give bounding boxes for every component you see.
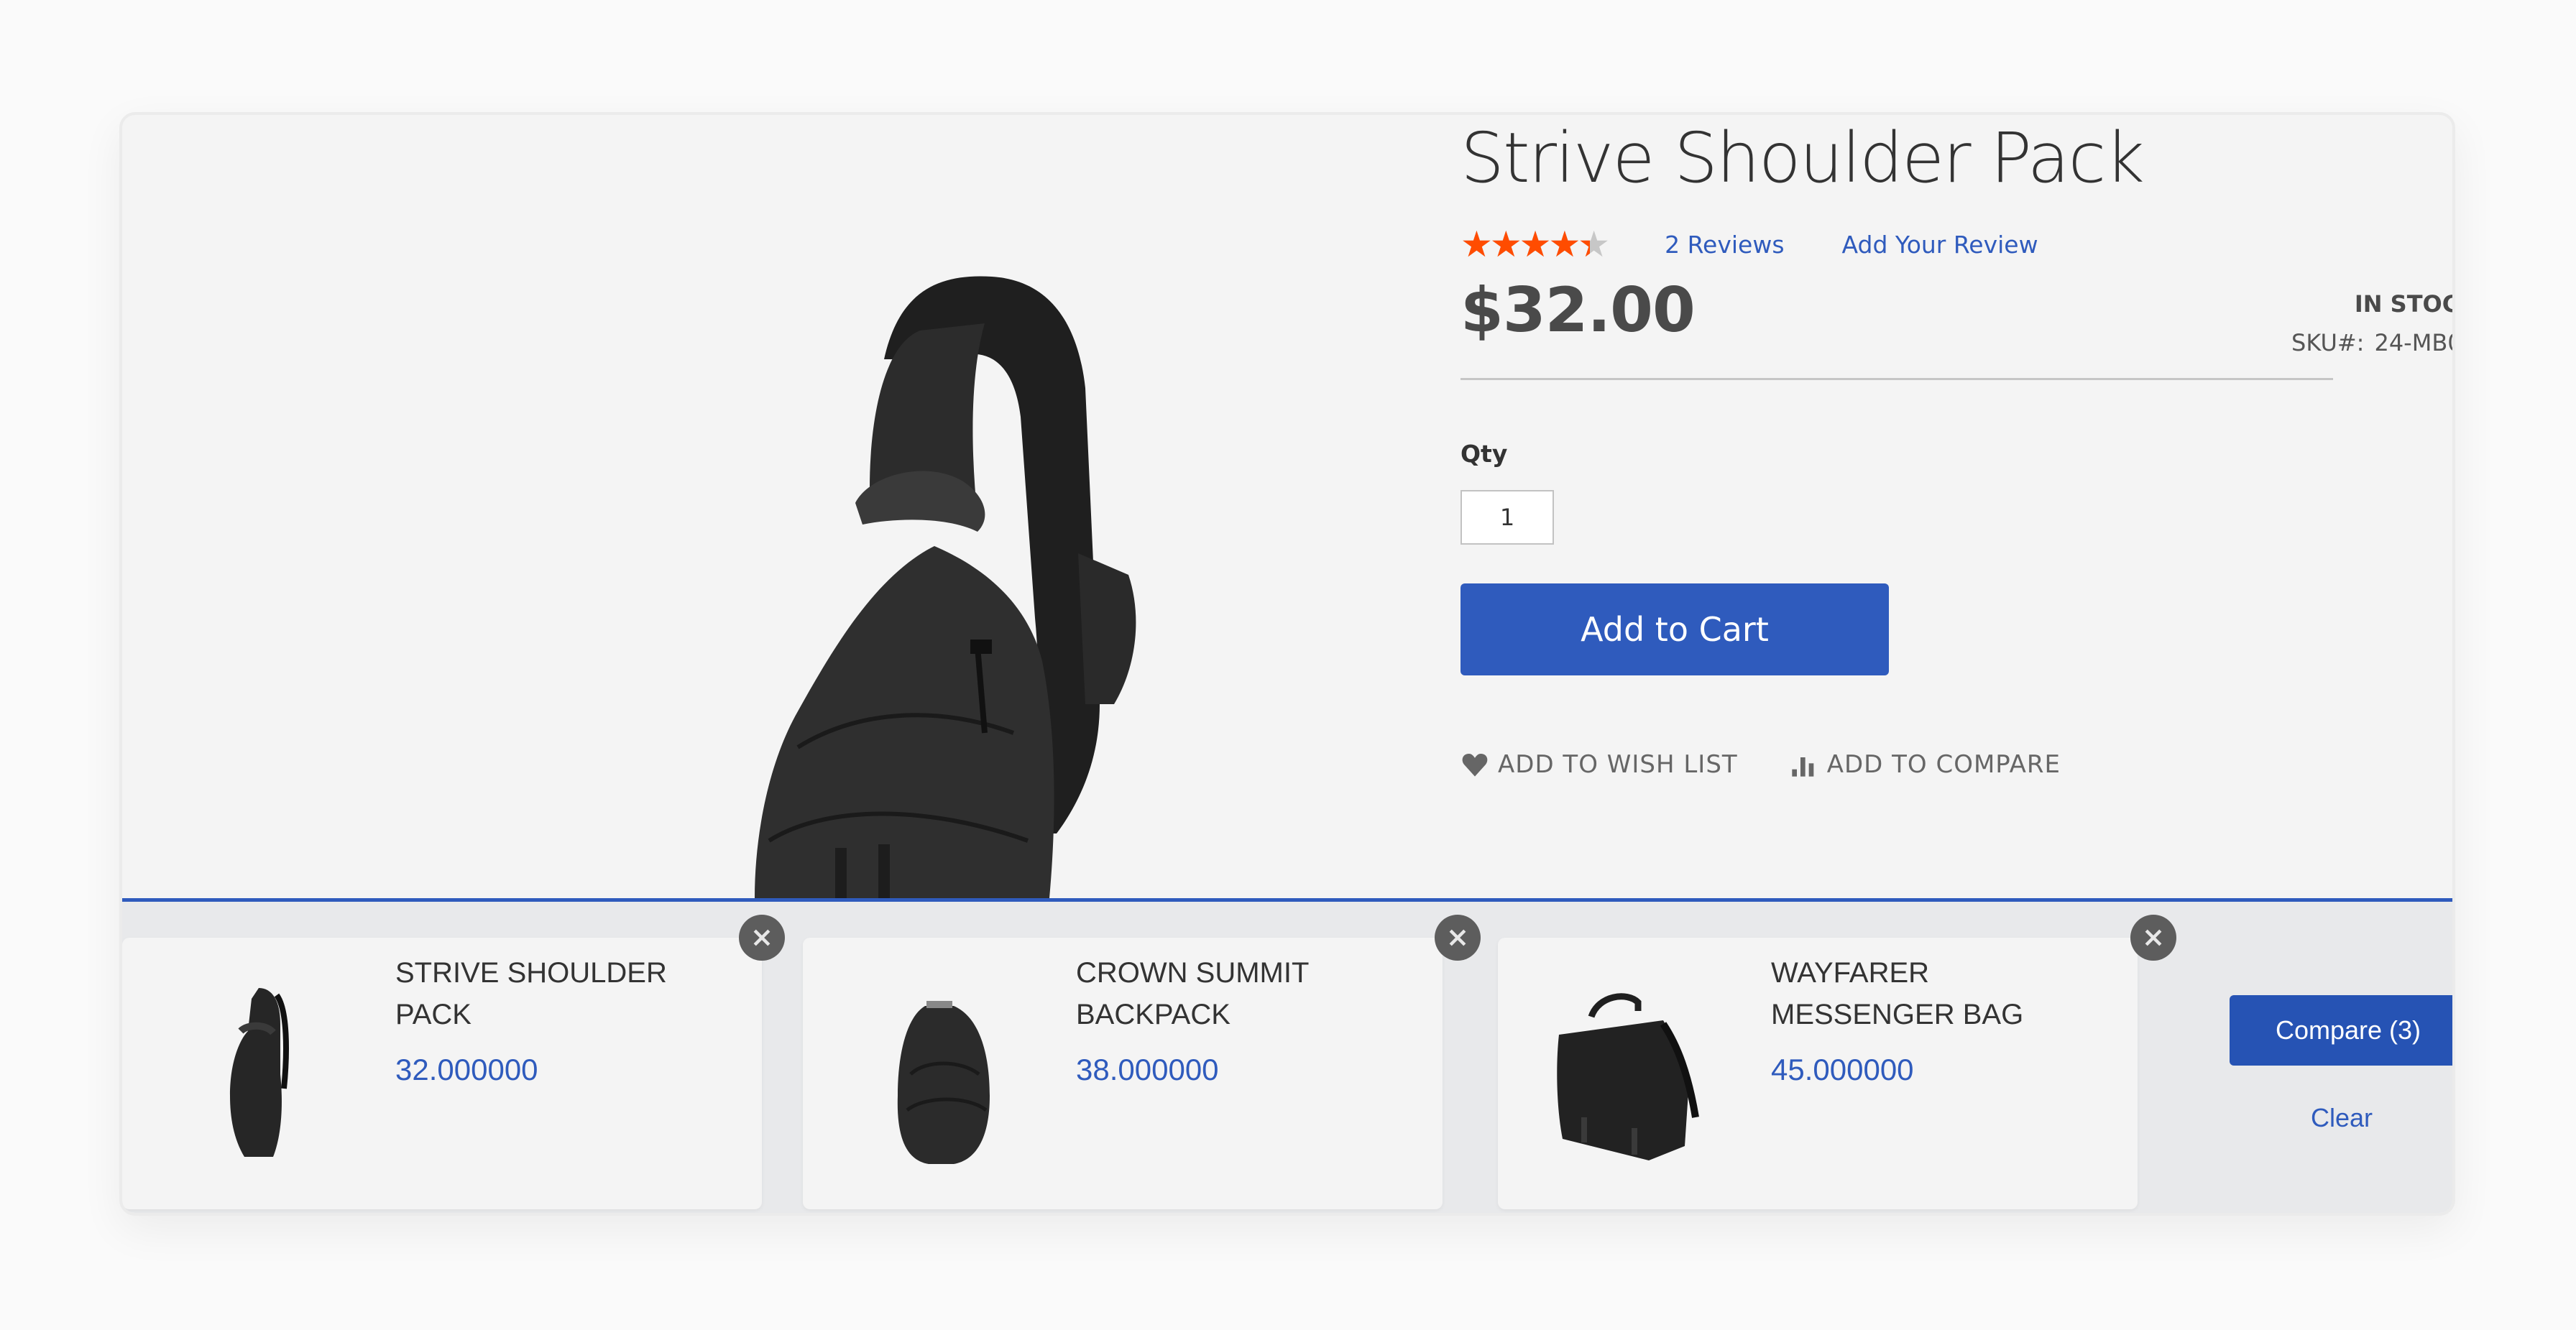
compare-item-name[interactable]: CROWN SUMMIT BACKPACK xyxy=(1076,952,1392,1035)
add-to-wishlist-link[interactable]: ADD TO WISH LIST xyxy=(1460,750,1738,779)
sku: SKU#: 24-MB04 xyxy=(2291,329,2452,356)
reviews-link[interactable]: 2 Reviews xyxy=(1665,231,1784,259)
product-title: Strive Shoulder Pack xyxy=(1460,118,2145,198)
remove-compare-item-button[interactable] xyxy=(739,915,785,961)
close-icon xyxy=(1449,929,1466,946)
add-review-link[interactable]: Add Your Review xyxy=(1842,231,2038,259)
product-page-frame: Strive Shoulder Pack ★★★★★ ★★★★★ 2 Revie… xyxy=(119,112,2455,1216)
product-actions: ADD TO WISH LIST ADD TO COMPARE xyxy=(1460,750,2061,779)
qty-label: Qty xyxy=(1460,440,1508,468)
sku-label: SKU#: xyxy=(2291,329,2365,356)
add-to-cart-button[interactable]: Add to Cart xyxy=(1460,583,1889,675)
compare-item[interactable]: CROWN SUMMIT BACKPACK 38.000000 xyxy=(803,938,1443,1209)
compare-products-bar: STRIVE SHOULDER PACK 32.000000 CROWN SUM… xyxy=(122,898,2452,1213)
compare-item[interactable]: WAYFARER MESSENGER BAG 45.000000 xyxy=(1498,938,2138,1209)
product-price: $32.00 xyxy=(1460,274,1696,346)
remove-compare-item-button[interactable] xyxy=(2130,915,2176,961)
compare-item[interactable]: STRIVE SHOULDER PACK 32.000000 xyxy=(122,938,762,1209)
bar-chart-icon xyxy=(1792,757,1814,777)
clear-compare-link[interactable]: Clear xyxy=(2230,1103,2452,1133)
rating-stars: ★★★★★ ★★★★★ xyxy=(1460,226,1610,262)
sku-value: 24-MB04 xyxy=(2374,329,2452,356)
compare-item-price: 38.000000 xyxy=(1076,1053,1219,1086)
compare-item-name[interactable]: WAYFARER MESSENGER BAG xyxy=(1771,952,2087,1035)
remove-compare-item-button[interactable] xyxy=(1435,915,1481,961)
divider xyxy=(1460,378,2333,380)
add-to-compare-link[interactable]: ADD TO COMPARE xyxy=(1790,750,2061,779)
shoulder-pack-thumbnail-icon xyxy=(230,988,289,1157)
wishlist-label: ADD TO WISH LIST xyxy=(1498,750,1738,779)
compare-item-price: 32.000000 xyxy=(395,1053,538,1086)
compare-item-price: 45.000000 xyxy=(1771,1053,1914,1086)
shoulder-pack-photo-icon xyxy=(755,276,1136,898)
close-icon xyxy=(753,929,770,946)
qty-input[interactable] xyxy=(1460,490,1554,545)
messenger-bag-thumbnail-icon xyxy=(1557,993,1699,1160)
compare-item-name[interactable]: STRIVE SHOULDER PACK xyxy=(395,952,712,1035)
star-filled-icon: ★★★★★ xyxy=(1460,226,1590,262)
rating-summary: ★★★★★ ★★★★★ 2 Reviews Add Your Review xyxy=(1460,223,2038,266)
compare-button[interactable]: Compare (3) xyxy=(2230,995,2452,1066)
close-icon xyxy=(2145,929,2162,946)
stock-status: IN STOCK xyxy=(2354,290,2452,318)
compare-label: ADD TO COMPARE xyxy=(1826,750,2061,779)
backpack-thumbnail-icon xyxy=(897,1001,990,1164)
heart-icon xyxy=(1462,754,1488,777)
product-main-image[interactable] xyxy=(122,115,1430,898)
